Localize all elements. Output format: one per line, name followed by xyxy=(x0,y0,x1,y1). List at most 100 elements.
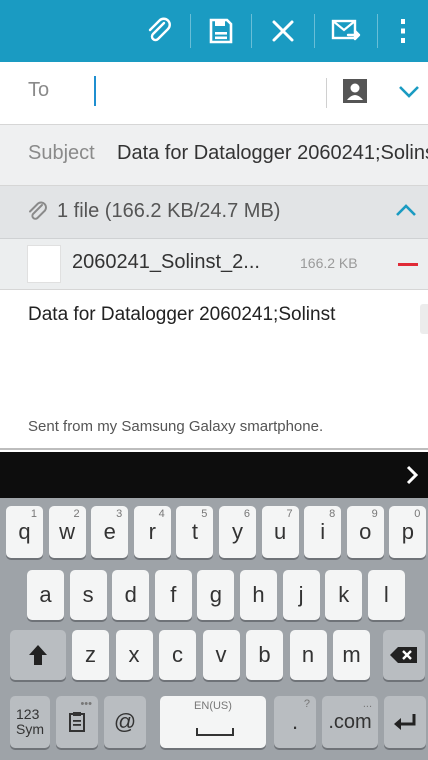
key-label: g xyxy=(209,582,223,607)
key-label: n xyxy=(301,642,315,667)
backspace-icon xyxy=(390,647,417,663)
key-j[interactable]: j xyxy=(282,570,320,620)
contacts-button[interactable] xyxy=(342,78,368,104)
key-label: x xyxy=(128,642,140,667)
message-body[interactable]: Data for Datalogger 2060241;Solinst Sent… xyxy=(0,290,428,450)
subject-label: Subject xyxy=(28,142,95,164)
save-icon xyxy=(209,18,233,44)
key-label: r xyxy=(148,519,156,544)
file-thumbnail xyxy=(27,245,61,283)
subject-input[interactable]: Data for Datalogger 2060241;Solinst xyxy=(117,142,428,165)
enter-key[interactable] xyxy=(384,696,426,748)
key-label: m xyxy=(342,642,361,667)
key-u[interactable]: 7u xyxy=(261,506,299,558)
clipboard-key-hint: ••• xyxy=(80,698,92,710)
attachment-item[interactable]: 2060241_Solinst_2... 166.2 KB xyxy=(0,239,428,290)
key-x[interactable]: x xyxy=(115,630,153,680)
key-y[interactable]: 6y xyxy=(219,506,256,558)
space-key-language: EN(US) xyxy=(194,700,232,712)
key-label: b xyxy=(258,642,271,667)
symbols-key-line2: Sym xyxy=(16,721,44,737)
key-hint: 7 xyxy=(286,508,293,520)
remove-attachment-button[interactable] xyxy=(398,263,418,266)
key-m[interactable]: m xyxy=(333,630,370,680)
key-label: v xyxy=(215,642,227,667)
space-bar-icon xyxy=(196,728,234,736)
period-key[interactable]: ? . xyxy=(274,696,316,748)
chevron-right-icon[interactable] xyxy=(404,464,420,486)
clipboard-key[interactable]: ••• xyxy=(56,696,98,748)
key-label: k xyxy=(338,582,350,607)
shift-icon xyxy=(29,645,47,665)
key-hint: 8 xyxy=(329,508,336,520)
attachment-filename: 2060241_Solinst_2... xyxy=(72,251,260,273)
key-d[interactable]: d xyxy=(112,570,150,620)
keyboard: 123 Sym ••• @ EN(US) ? . ... .com 1q2w3e… xyxy=(0,498,428,760)
key-label: q xyxy=(18,519,31,544)
key-label: u xyxy=(273,519,287,544)
key-o[interactable]: 9o xyxy=(346,506,384,558)
key-c[interactable]: c xyxy=(159,630,196,680)
body-text[interactable]: Data for Datalogger 2060241;Solinst xyxy=(28,304,335,326)
save-button[interactable] xyxy=(191,0,251,62)
divider xyxy=(0,448,428,450)
key-k[interactable]: k xyxy=(325,570,363,620)
key-f[interactable]: f xyxy=(154,570,192,620)
attach-icon xyxy=(148,17,171,42)
key-b[interactable]: b xyxy=(246,630,283,680)
key-label: a xyxy=(39,582,52,607)
discard-button[interactable] xyxy=(252,0,314,62)
key-v[interactable]: v xyxy=(202,630,240,680)
send-button[interactable] xyxy=(315,0,377,62)
divider xyxy=(326,78,327,108)
key-label: s xyxy=(82,582,94,607)
attachment-size: 166.2 KB xyxy=(300,255,358,271)
key-label: c xyxy=(172,642,183,667)
dotcom-key[interactable]: ... .com xyxy=(322,696,378,748)
key-r[interactable]: 4r xyxy=(133,506,171,558)
attachments-header[interactable]: 1 file (166.2 KB/24.7 MB) xyxy=(0,186,428,239)
key-s[interactable]: s xyxy=(69,570,107,620)
recipient-row: To xyxy=(0,62,428,125)
period-key-hint: ? xyxy=(303,698,310,710)
key-l[interactable]: l xyxy=(367,570,405,620)
key-p[interactable]: 0p xyxy=(389,506,427,558)
key-label: j xyxy=(298,582,304,607)
key-label: h xyxy=(252,582,265,607)
key-label: w xyxy=(59,519,76,544)
key-e[interactable]: 3e xyxy=(91,506,129,558)
key-label: d xyxy=(124,582,137,607)
body-scroll-handle[interactable] xyxy=(420,304,428,334)
backspace-key[interactable] xyxy=(383,630,425,680)
key-t[interactable]: 5t xyxy=(176,506,214,558)
at-key-label: @ xyxy=(113,709,137,734)
key-label: f xyxy=(170,582,177,607)
key-w[interactable]: 2w xyxy=(48,506,86,558)
space-key[interactable]: EN(US) xyxy=(160,696,266,748)
key-hint: 6 xyxy=(243,508,250,520)
key-a[interactable]: a xyxy=(27,570,64,620)
key-hint: 1 xyxy=(30,508,37,520)
key-h[interactable]: h xyxy=(240,570,277,620)
key-i[interactable]: 8i xyxy=(304,506,342,558)
subject-field[interactable]: Subject Data for Datalogger 2060241;Soli… xyxy=(0,125,428,186)
to-label: To xyxy=(28,79,50,101)
dotcom-key-label: .com xyxy=(328,710,372,733)
attach-button[interactable] xyxy=(128,0,190,62)
chevron-up-icon[interactable] xyxy=(394,202,418,220)
key-q[interactable]: 1q xyxy=(6,506,43,558)
at-key[interactable]: @ xyxy=(104,696,146,748)
key-n[interactable]: n xyxy=(289,630,327,680)
contact-icon xyxy=(343,79,367,103)
key-label: i xyxy=(320,519,326,544)
key-g[interactable]: g xyxy=(197,570,235,620)
discard-icon xyxy=(272,20,294,42)
shift-key[interactable] xyxy=(10,630,66,680)
to-input[interactable] xyxy=(94,76,96,106)
key-hint: 4 xyxy=(158,508,165,520)
expand-recipients-button[interactable] xyxy=(396,82,422,102)
prediction-bar xyxy=(0,452,428,498)
more-options-button[interactable] xyxy=(378,0,428,62)
symbols-key[interactable]: 123 Sym xyxy=(10,696,50,748)
key-z[interactable]: z xyxy=(72,630,109,680)
